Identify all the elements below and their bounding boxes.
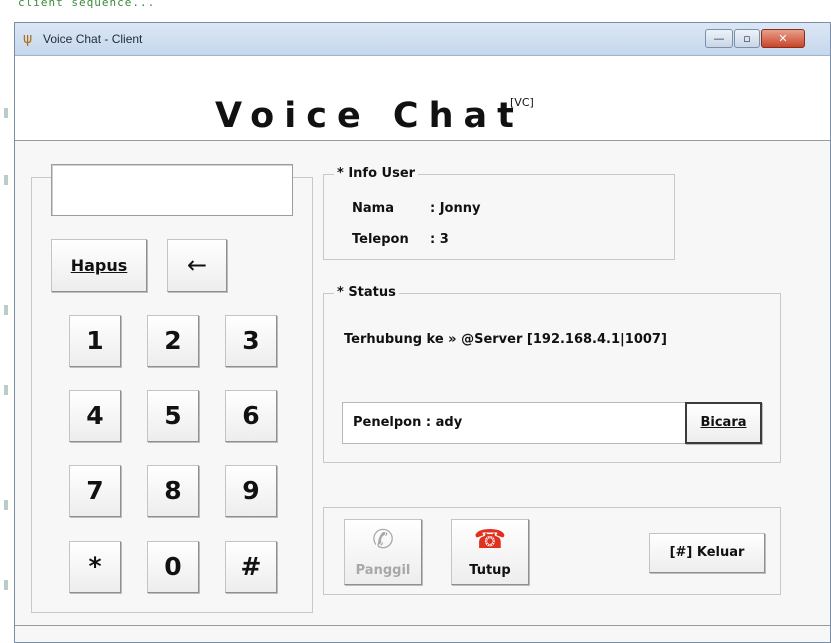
background-edge-mark (4, 500, 8, 510)
key-9[interactable]: 9 (225, 465, 277, 517)
nama-value: : Jonny (430, 201, 481, 216)
key-8[interactable]: 8 (147, 465, 199, 517)
info-user-title: * Info User (334, 166, 419, 181)
key-5[interactable]: 5 (147, 390, 199, 442)
tutup-button[interactable]: ☎ Tutup (451, 519, 529, 585)
app-title-superscript: [VC] (510, 96, 534, 109)
background-edge-mark (4, 108, 8, 118)
key-1[interactable]: 1 (69, 315, 121, 367)
key-3[interactable]: 3 (225, 315, 277, 367)
bottom-divider (15, 625, 830, 626)
key-2[interactable]: 2 (147, 315, 199, 367)
voice-app-icon: ψ (23, 31, 33, 47)
close-button[interactable]: ✕ (761, 29, 805, 48)
key-star[interactable]: * (69, 541, 121, 593)
keluar-button[interactable]: [#] Keluar (649, 533, 765, 573)
key-6[interactable]: 6 (225, 390, 277, 442)
backspace-button[interactable]: ← (167, 239, 227, 292)
window-title: Voice Chat - Client (43, 32, 143, 46)
phone-hangup-icon: ☎ (473, 525, 507, 555)
phone-call-icon: ✆ (372, 525, 394, 555)
panggil-label: Panggil (355, 563, 411, 578)
tutup-label: Tutup (469, 563, 511, 578)
panggil-button[interactable]: ✆ Panggil (344, 519, 422, 585)
telepon-label: Telepon (352, 232, 409, 247)
status-group: * Status Terhubung ke » @Server [192.168… (323, 285, 781, 463)
header-banner: Voice Chat [VC] (15, 56, 830, 141)
hapus-button[interactable]: Hapus (51, 239, 147, 292)
background-edge-mark (4, 580, 8, 590)
actions-group: ✆ Panggil ☎ Tutup [#] Keluar (323, 507, 781, 595)
status-title: * Status (334, 285, 399, 300)
key-hash[interactable]: # (225, 541, 277, 593)
background-edge-mark (4, 305, 8, 315)
connection-status-text: Terhubung ke » @Server [192.168.4.1|1007… (344, 332, 667, 347)
bicara-button[interactable]: Bicara (685, 402, 762, 444)
background-console-text: client sequence... (18, 0, 156, 9)
title-bar[interactable]: ψ Voice Chat - Client — ▫ ✕ (15, 23, 830, 56)
voice-chat-window: ψ Voice Chat - Client — ▫ ✕ Voice Chat [… (14, 22, 831, 643)
minimize-button[interactable]: — (705, 29, 733, 48)
info-user-group: * Info User Nama : Jonny Telepon : 3 (323, 166, 675, 260)
maximize-button[interactable]: ▫ (734, 29, 760, 48)
background-edge-mark (4, 385, 8, 395)
caller-text: Penelpon : ady (353, 415, 463, 430)
app-title: Voice Chat (215, 96, 524, 136)
background-edge-mark (4, 175, 8, 185)
key-7[interactable]: 7 (69, 465, 121, 517)
number-display-field[interactable] (51, 164, 293, 216)
nama-label: Nama (352, 201, 394, 216)
telepon-value: : 3 (430, 232, 449, 247)
key-4[interactable]: 4 (69, 390, 121, 442)
key-0[interactable]: 0 (147, 541, 199, 593)
